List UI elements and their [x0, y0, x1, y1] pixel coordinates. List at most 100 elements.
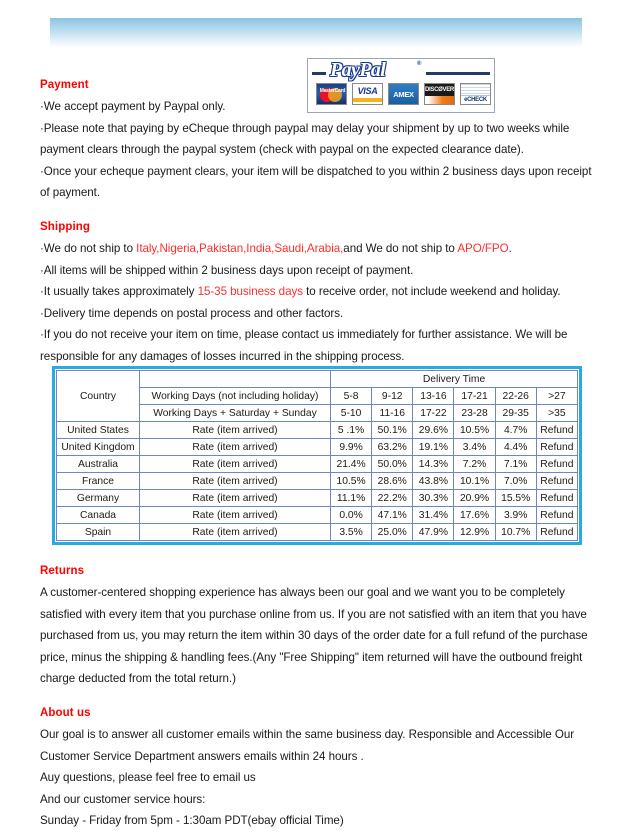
cell-rate-value: Refund [535, 506, 579, 524]
cell-rate-value: Refund [535, 438, 579, 456]
cell-rate-value: 21.4% [329, 455, 373, 473]
cell-rate-value: 28.6% [371, 472, 414, 490]
table-row: Australia Rate (item arrived) 21.4% 50.0% 14… [56, 455, 579, 473]
cell-rate-value: Refund [535, 472, 579, 490]
mastercard-label: MasterCard [319, 88, 346, 94]
cell-rate-value: 29.6% [412, 421, 455, 439]
shipping-line-1-mid: and We do not ship to [343, 242, 458, 255]
header-working-days-0: 5-8 [329, 387, 373, 405]
cell-rate-value: 50.1% [371, 421, 414, 439]
shipping-line-1-pre: ·We do not ship to [40, 242, 137, 255]
header-delivery-time: Delivery Time [330, 370, 578, 388]
paypal-rule-right-icon [426, 72, 490, 75]
header-working-days-2: 13-16 [412, 387, 455, 405]
shipping-line-1: ·We do not ship to Italy,Nigeria,Pakista… [40, 238, 592, 260]
table-row: Spain Rate (item arrived) 3.5% 25.0% 47.9% 12… [56, 523, 579, 541]
cell-rate-value: 10.5% [329, 472, 373, 490]
delivery-time-table-container: Country Delivery Time Working Days (not … [52, 366, 582, 545]
cell-country: United States [56, 421, 140, 439]
shipping-line-4: ·Delivery time depends on postal process… [40, 306, 344, 320]
table-row: United States Rate (item arrived) 5 .1% 50.… [56, 421, 579, 439]
header-weekend-1: 11-16 [371, 404, 414, 422]
header-working-days-label: Working Days (not including holiday) [139, 387, 331, 405]
shipping-line-3: ·It usually takes approximately 15-35 bu… [40, 281, 592, 303]
returns-heading: Returns [40, 565, 85, 577]
cell-rate-value: 7.1% [494, 455, 537, 473]
payment-line-2: ·Please note that paying by eCheque thro… [40, 121, 570, 157]
cell-rate-value: 3.9% [494, 506, 537, 524]
cell-rate-value: 10.5% [453, 421, 496, 439]
cell-rate-value: Refund [535, 523, 579, 541]
header-weekend-4: 29-35 [494, 404, 537, 422]
shipping-business-days: 15-35 business days [197, 285, 303, 298]
shipping-excluded-countries: Italy,Nigeria,Pakistan,India,Saudi,Arabi… [136, 242, 344, 255]
header-working-days-5: >27 [535, 387, 579, 405]
payment-line-1: ·We accept payment by Paypal only. [40, 100, 226, 113]
shipping-line-3-pre: ·It usually takes approximately [40, 285, 198, 298]
cell-rate-value: 10.1% [453, 472, 496, 490]
cell-rate-value: 50.0% [371, 455, 414, 473]
header-weekend-5: >35 [535, 404, 579, 422]
shipping-line-3-post: to receive order, not include weekend an… [302, 285, 561, 298]
cell-rate-value: 25.0% [371, 523, 414, 541]
cell-rate-label: Rate (item arrived) [139, 472, 331, 490]
cell-rate-value: 20.9% [453, 489, 496, 507]
paypal-trademark-icon: ® [417, 61, 422, 67]
cell-rate-label: Rate (item arrived) [139, 523, 331, 541]
cell-rate-value: 31.4% [412, 506, 455, 524]
cell-country: United Kingdom [56, 438, 140, 456]
cell-rate-label: Rate (item arrived) [139, 421, 331, 439]
cell-rate-value: 10.7% [494, 523, 537, 541]
about-line-4: Sunday - Friday from 5pm - 1:30am PDT(eb… [40, 814, 344, 827]
about-us-heading: About us [40, 707, 91, 719]
payment-line-3: ·Once your echeque payment clears, your … [40, 164, 592, 200]
cell-rate-label: Rate (item arrived) [139, 506, 331, 524]
decorative-header-banner [50, 18, 582, 48]
shipping-line-2: ·All items will be shipped within 2 busi… [40, 263, 414, 277]
table-row: Canada Rate (item arrived) 0.0% 47.1% 31.4% 1… [56, 506, 579, 524]
cell-rate-value: 19.1% [412, 438, 455, 456]
cell-rate-label: Rate (item arrived) [139, 455, 331, 473]
cell-rate-value: 14.3% [412, 455, 455, 473]
cell-rate-value: 17.6% [453, 506, 496, 524]
table-header-row-1: Country Delivery Time [56, 370, 578, 422]
cell-rate-label: Rate (item arrived) [139, 489, 331, 507]
shipping-excluded-apo-fpo: APO/FPO [457, 242, 509, 255]
paypal-rule-left-icon [312, 72, 326, 75]
header-working-days-3: 17-21 [453, 387, 496, 405]
cell-rate-value: 63.2% [371, 438, 414, 456]
cell-country: Canada [56, 506, 140, 524]
cell-country: France [56, 472, 140, 490]
cell-rate-value: 43.8% [412, 472, 455, 490]
header-country: Country [56, 370, 140, 422]
returns-body: A customer-centered shopping experience … [40, 586, 588, 685]
shipping-line-5: ·If you do not receive your item on time… [40, 328, 568, 363]
cell-rate-value: 5 .1% [329, 421, 373, 439]
header-working-days-1: 9-12 [371, 387, 414, 405]
table-row: France Rate (item arrived) 10.5% 28.6% 43.8%… [56, 472, 579, 490]
about-us-section: About us Our goal is to answer all custo… [40, 706, 592, 832]
about-line-3: And our customer service hours: [40, 792, 206, 806]
payment-heading: Payment [40, 79, 89, 91]
about-line-1: Our goal is to answer all customer email… [40, 728, 575, 763]
cell-rate-value: 0.0% [329, 506, 373, 524]
shipping-heading: Shipping [40, 221, 90, 233]
header-working-days-weekend-label: Working Days + Saturday + Sunday [139, 404, 331, 422]
header-weekend-2: 17-22 [412, 404, 455, 422]
delivery-time-table: Country Delivery Time Working Days (not … [56, 370, 579, 541]
shipping-line-1-post: . [508, 242, 512, 255]
cell-rate-value: 3.4% [453, 438, 496, 456]
cell-rate-value: 9.9% [329, 438, 373, 456]
returns-section: Returns A customer-centered shopping exp… [40, 564, 592, 690]
cell-rate-value: Refund [535, 455, 579, 473]
cell-rate-value: 7.0% [494, 472, 537, 490]
cell-rate-value: 47.9% [412, 523, 455, 541]
cell-rate-value: 12.9% [453, 523, 496, 541]
table-row: Germany Rate (item arrived) 11.1% 22.2% 30.3… [56, 489, 579, 507]
header-working-days-4: 22-26 [494, 387, 537, 405]
cell-rate-value: 15.5% [494, 489, 537, 507]
cell-rate-value: 7.2% [453, 455, 496, 473]
header-blank-cell [139, 370, 331, 388]
cell-rate-value: 4.4% [494, 438, 537, 456]
cell-country: Germany [56, 489, 140, 507]
